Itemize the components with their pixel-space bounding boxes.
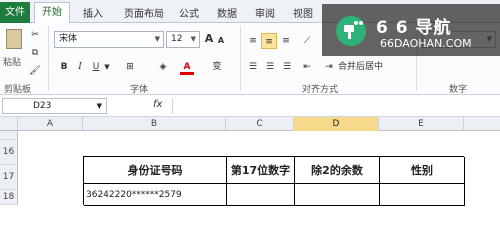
header-17th-digit[interactable]: 第17位数字: [227, 157, 295, 184]
decrease-indent-icon[interactable]: ⇤: [300, 59, 314, 75]
logo-icon: [336, 16, 366, 46]
cell-gender[interactable]: [380, 184, 465, 206]
header-gender[interactable]: 性别: [380, 157, 465, 184]
tab-file[interactable]: 文件: [0, 2, 30, 23]
name-box-value: D23: [33, 101, 52, 111]
formula-bar: D23 ▼ fx: [0, 95, 500, 117]
align-bottom-icon[interactable]: ≡: [279, 33, 293, 49]
font-size-value: 12: [171, 34, 183, 44]
select-all-corner[interactable]: [0, 117, 18, 131]
column-header-b[interactable]: B: [83, 117, 226, 131]
alignment-group-label: 对齐方式: [302, 85, 339, 95]
align-right-icon[interactable]: ☰: [280, 59, 294, 75]
chevron-down-icon: ▼: [190, 35, 196, 43]
tab-insert[interactable]: 插入: [78, 6, 108, 23]
cut-icon[interactable]: ✂: [28, 27, 42, 43]
watermark-title: 6 6 导航: [376, 18, 452, 38]
grow-font-button[interactable]: A: [203, 31, 215, 47]
font-name-dropdown[interactable]: 宋体 ▼: [54, 31, 164, 48]
group-divider: [240, 26, 241, 91]
underline-button[interactable]: U: [90, 59, 102, 75]
tab-formulas[interactable]: 公式: [174, 6, 204, 23]
format-painter-icon[interactable]: 🖌: [28, 63, 42, 79]
align-top-icon[interactable]: ≡: [246, 33, 260, 49]
fill-color-icon[interactable]: ◈: [155, 59, 171, 75]
tab-view[interactable]: 视图: [288, 6, 318, 23]
phonetic-button[interactable]: 变: [210, 59, 224, 75]
cell-id-number[interactable]: 36242220******2579: [84, 184, 227, 206]
paste-label: 粘贴: [3, 58, 22, 68]
row-header-partial: [0, 131, 18, 140]
watermark-url: 66DAOHAN.COM: [380, 37, 472, 50]
column-header-a[interactable]: A: [18, 117, 83, 131]
header-id-number[interactable]: 身份证号码: [84, 157, 227, 184]
increase-indent-icon[interactable]: ⇥: [322, 59, 336, 75]
align-middle-icon[interactable]: ≡: [261, 33, 277, 49]
tab-page-layout[interactable]: 页面布局: [118, 6, 170, 23]
cell-remainder[interactable]: [295, 184, 380, 206]
paste-icon: [6, 29, 22, 49]
orientation-icon[interactable]: ⟋: [300, 33, 314, 49]
header-remainder[interactable]: 除2的余数: [295, 157, 380, 184]
column-header-e[interactable]: E: [379, 117, 464, 131]
tab-home[interactable]: 开始: [34, 2, 70, 24]
copy-icon[interactable]: ⧉: [28, 45, 42, 61]
watermark-overlay: 6 6 导航 66DAOHAN.COM: [322, 4, 500, 56]
formula-input[interactable]: [172, 98, 498, 114]
font-color-button[interactable]: A: [180, 59, 194, 75]
align-center-icon[interactable]: ☰: [263, 59, 277, 75]
borders-icon[interactable]: ⊞: [122, 59, 138, 75]
italic-button[interactable]: I: [74, 59, 86, 75]
clipboard-group-label: 剪贴板: [4, 85, 32, 95]
tab-review[interactable]: 审阅: [250, 6, 280, 23]
data-table: 身份证号码 第17位数字 除2的余数 性别 36242220******2579: [83, 156, 465, 206]
chevron-down-icon: ▼: [96, 102, 102, 110]
font-size-dropdown[interactable]: 12 ▼: [166, 31, 200, 48]
paste-button[interactable]: 粘贴: [3, 27, 25, 73]
font-group-label: 字体: [130, 85, 149, 95]
column-header-c[interactable]: C: [226, 117, 294, 131]
name-box[interactable]: D23 ▼: [2, 98, 107, 114]
row-header-16[interactable]: 16: [0, 140, 18, 165]
tab-data[interactable]: 数据: [212, 6, 242, 23]
cell-17th-digit[interactable]: [227, 184, 295, 206]
merge-center-button[interactable]: 合并后居中: [338, 59, 408, 75]
shrink-font-button[interactable]: A: [216, 33, 226, 49]
column-headers: A B C D E: [0, 117, 500, 131]
fx-icon[interactable]: fx: [153, 99, 162, 110]
number-group-label: 数字: [449, 85, 468, 95]
column-header-d[interactable]: D: [294, 117, 379, 131]
align-left-icon[interactable]: ☰: [246, 59, 260, 75]
bold-button[interactable]: B: [58, 59, 70, 75]
row-header-17[interactable]: 17: [0, 165, 18, 190]
font-name-value: 宋体: [59, 34, 78, 44]
logo-mark: [344, 21, 363, 39]
row-header-18[interactable]: 18: [0, 190, 18, 205]
chevron-down-icon[interactable]: ▼: [103, 59, 111, 75]
group-divider: [48, 26, 49, 91]
chevron-down-icon: ▼: [154, 35, 160, 43]
